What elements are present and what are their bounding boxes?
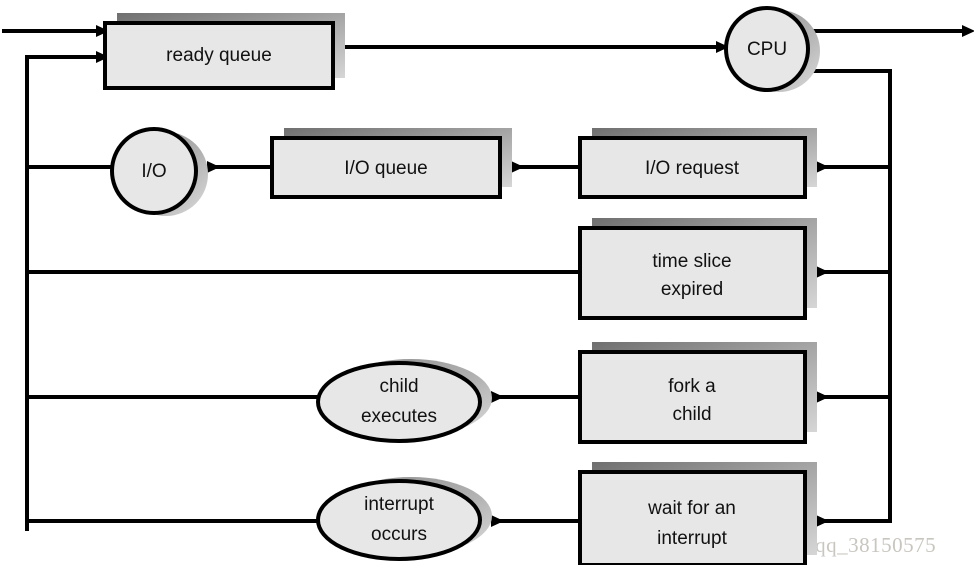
child-executes-ellipse[interactable] <box>316 361 482 443</box>
cpu-label: CPU <box>747 39 787 60</box>
node-io[interactable]: I/O <box>110 127 208 216</box>
node-child-executes[interactable]: child executes <box>316 359 492 443</box>
io-queue-label: I/O queue <box>344 158 427 179</box>
io-label: I/O <box>141 161 166 182</box>
node-io-queue[interactable]: I/O queue <box>270 128 512 199</box>
node-wait-for-interrupt[interactable]: wait for an interrupt <box>578 462 817 565</box>
time-slice-label-line1: time slice <box>652 251 731 272</box>
ready-queue-label: ready queue <box>166 45 272 66</box>
wait-for-interrupt-label-line2: interrupt <box>657 528 727 549</box>
diagram-canvas: https://blog.csdn.net/qq_38150575 ready … <box>0 0 974 565</box>
node-fork-a-child[interactable]: fork a child <box>578 342 817 444</box>
time-slice-label-line2: expired <box>661 279 723 300</box>
node-io-request[interactable]: I/O request <box>578 128 817 199</box>
child-executes-label-line2: executes <box>361 406 437 427</box>
fork-a-child-label-line1: fork a <box>668 376 716 397</box>
time-slice-box[interactable] <box>578 226 807 320</box>
child-executes-label-line1: child <box>379 376 418 397</box>
interrupt-occurs-label-line1: interrupt <box>364 494 434 515</box>
io-request-label: I/O request <box>645 158 740 179</box>
process-scheduling-diagram: https://blog.csdn.net/qq_38150575 ready … <box>2 6 974 565</box>
node-time-slice-expired[interactable]: time slice expired <box>578 218 817 320</box>
wait-for-interrupt-label-line1: wait for an <box>647 498 736 519</box>
node-interrupt-occurs[interactable]: interrupt occurs <box>316 477 492 561</box>
node-cpu[interactable]: CPU <box>724 6 820 92</box>
fork-a-child-label-line2: child <box>672 404 711 425</box>
interrupt-occurs-ellipse[interactable] <box>316 479 482 561</box>
interrupt-occurs-label-line2: occurs <box>371 524 427 545</box>
node-ready-queue[interactable]: ready queue <box>103 13 345 90</box>
edge-return-bus-spine <box>25 51 109 531</box>
connector-layer <box>2 25 974 531</box>
